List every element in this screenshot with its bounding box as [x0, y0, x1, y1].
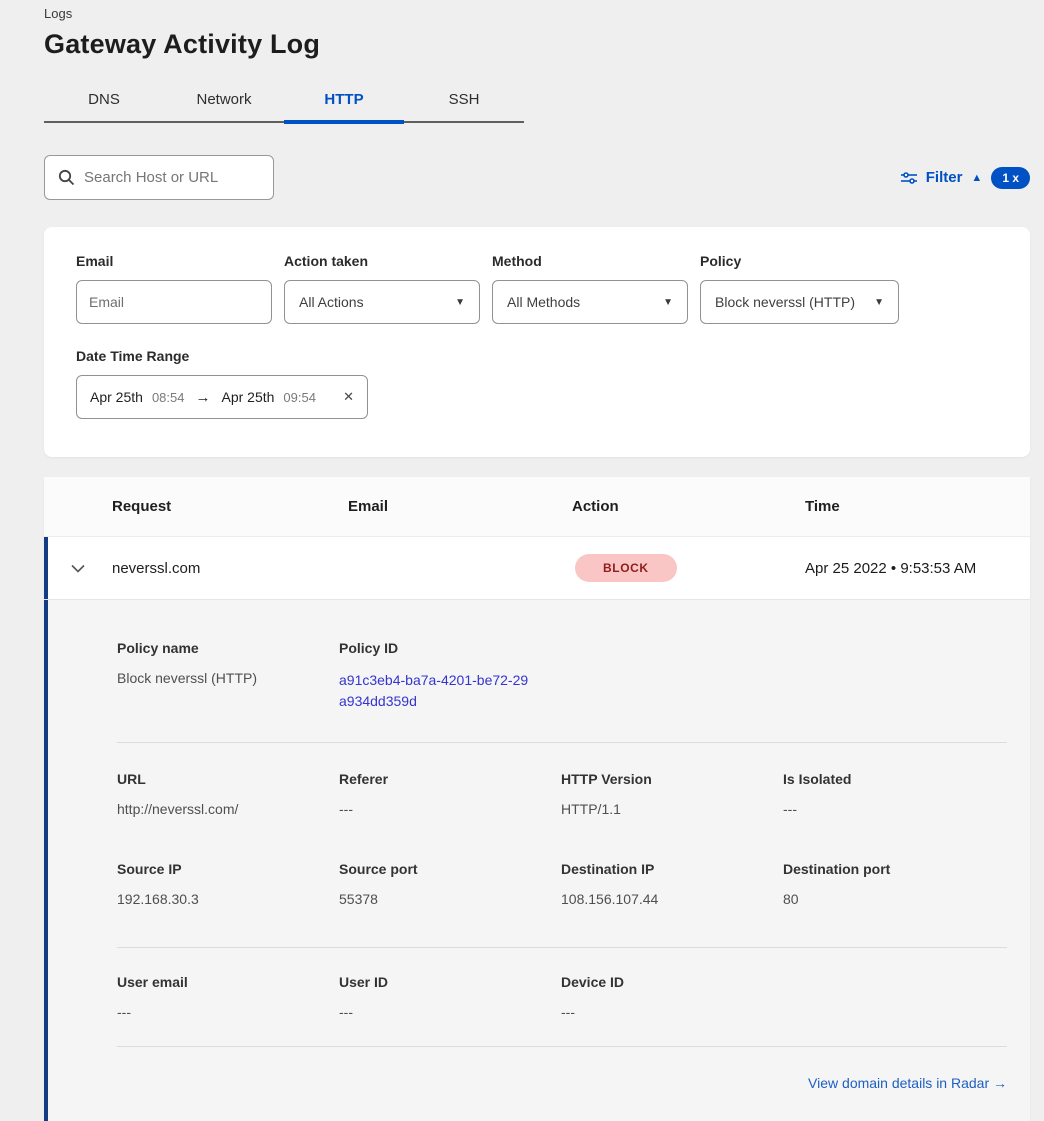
- filter-panel: Email Action taken All Actions ▼ Method …: [44, 227, 1030, 457]
- column-header-request: Request: [112, 498, 348, 515]
- range-end-time: 09:54: [283, 390, 316, 405]
- caret-down-icon: ▼: [874, 297, 884, 308]
- filter-count-badge[interactable]: 1 x: [991, 167, 1030, 189]
- tab-network[interactable]: Network: [164, 82, 284, 121]
- filter-sliders-icon: [901, 171, 917, 185]
- cell-action: BLOCK: [572, 554, 805, 582]
- toolbar: Filter ▲ 1 x: [44, 155, 1030, 200]
- range-start-date: Apr 25th: [90, 389, 143, 405]
- column-header-email: Email: [348, 498, 572, 515]
- tab-dns[interactable]: DNS: [44, 82, 164, 121]
- is-isolated-value: ---: [783, 801, 1007, 817]
- filter-toggle-button[interactable]: Filter: [926, 169, 963, 186]
- status-badge-block: BLOCK: [575, 554, 677, 582]
- user-email-label: User email: [117, 974, 339, 990]
- url-label: URL: [117, 771, 339, 787]
- method-select[interactable]: All Methods ▼: [492, 280, 688, 324]
- user-id-value: ---: [339, 1004, 561, 1020]
- source-ip-value: 192.168.30.3: [117, 891, 339, 907]
- destination-ip-value: 108.156.107.44: [561, 891, 783, 907]
- page-header: Logs Gateway Activity Log: [0, 0, 1044, 60]
- search-input[interactable]: [84, 169, 263, 186]
- email-filter-label: Email: [76, 253, 272, 269]
- destination-ip-field: Destination IP 108.156.107.44: [561, 861, 783, 907]
- cell-time: Apr 25 2022 • 9:53:53 AM: [805, 560, 1030, 577]
- breadcrumb: Logs: [44, 6, 1000, 21]
- clear-date-range-icon[interactable]: ✕: [343, 389, 354, 405]
- date-time-range-field: Date Time Range Apr 25th 08:54 → Apr 25t…: [76, 348, 998, 419]
- date-time-range-label: Date Time Range: [76, 348, 998, 364]
- activity-log-table: Request Email Action Time neverssl.com B…: [44, 477, 1030, 1121]
- page-title: Gateway Activity Log: [44, 29, 1000, 60]
- view-radar-link[interactable]: View domain details in Radar →: [808, 1075, 1007, 1091]
- http-version-label: HTTP Version: [561, 771, 783, 787]
- policy-selected-value: Block neverssl (HTTP): [715, 294, 855, 310]
- policy-name-value: Block neverssl (HTTP): [117, 670, 339, 686]
- date-time-range-picker[interactable]: Apr 25th 08:54 → Apr 25th 09:54 ✕: [76, 375, 368, 419]
- row-expander[interactable]: [44, 564, 112, 573]
- filter-controls: Filter ▲ 1 x: [901, 167, 1030, 189]
- policy-id-field: Policy ID a91c3eb4-ba7a-4201-be72-29a934…: [339, 640, 561, 712]
- column-header-action: Action: [572, 498, 805, 515]
- range-end-date: Apr 25th: [221, 389, 274, 405]
- tab-bar: DNS Network HTTP SSH: [44, 82, 524, 123]
- referer-field: Referer ---: [339, 771, 561, 817]
- action-taken-filter-field: Action taken All Actions ▼: [284, 253, 480, 324]
- table-header-row: Request Email Action Time: [44, 477, 1030, 537]
- caret-down-icon: ▼: [455, 297, 465, 308]
- device-id-label: Device ID: [561, 974, 783, 990]
- chevron-down-icon: [71, 564, 85, 573]
- user-id-field: User ID ---: [339, 974, 561, 1020]
- source-ip-label: Source IP: [117, 861, 339, 877]
- url-field: URL http://neverssl.com/: [117, 771, 339, 817]
- caret-down-icon: ▼: [663, 297, 673, 308]
- caret-up-icon[interactable]: ▲: [971, 172, 982, 184]
- range-start-time: 08:54: [152, 390, 185, 405]
- table-row[interactable]: neverssl.com BLOCK Apr 25 2022 • 9:53:53…: [44, 537, 1030, 600]
- action-taken-filter-label: Action taken: [284, 253, 480, 269]
- method-selected-value: All Methods: [507, 294, 580, 310]
- policy-filter-field: Policy Block neverssl (HTTP) ▼: [700, 253, 899, 324]
- search-box[interactable]: [44, 155, 274, 200]
- expanded-row-details: Policy name Block neverssl (HTTP) Policy…: [44, 600, 1030, 1121]
- column-header-time: Time: [805, 498, 1030, 515]
- destination-ip-label: Destination IP: [561, 861, 783, 877]
- http-version-field: HTTP Version HTTP/1.1: [561, 771, 783, 817]
- email-filter-field: Email: [76, 253, 272, 324]
- policy-id-link[interactable]: a91c3eb4-ba7a-4201-be72-29a934dd359d: [339, 670, 529, 712]
- user-email-field: User email ---: [117, 974, 339, 1020]
- device-id-value: ---: [561, 1004, 783, 1020]
- referer-label: Referer: [339, 771, 561, 787]
- destination-port-label: Destination port: [783, 861, 1007, 877]
- user-id-label: User ID: [339, 974, 561, 990]
- search-icon: [58, 169, 75, 186]
- tab-ssh[interactable]: SSH: [404, 82, 524, 121]
- policy-name-field: Policy name Block neverssl (HTTP): [117, 640, 339, 712]
- action-taken-selected-value: All Actions: [299, 294, 364, 310]
- method-filter-field: Method All Methods ▼: [492, 253, 688, 324]
- device-id-field: Device ID ---: [561, 974, 783, 1020]
- user-email-value: ---: [117, 1004, 339, 1020]
- policy-id-label: Policy ID: [339, 640, 561, 656]
- action-taken-select[interactable]: All Actions ▼: [284, 280, 480, 324]
- destination-port-field: Destination port 80: [783, 861, 1007, 907]
- policy-name-label: Policy name: [117, 640, 339, 656]
- referer-value: ---: [339, 801, 561, 817]
- source-ip-field: Source IP 192.168.30.3: [117, 861, 339, 907]
- method-filter-label: Method: [492, 253, 688, 269]
- is-isolated-field: Is Isolated ---: [783, 771, 1007, 817]
- tab-http[interactable]: HTTP: [284, 82, 404, 121]
- source-port-value: 55378: [339, 891, 561, 907]
- policy-select[interactable]: Block neverssl (HTTP) ▼: [700, 280, 899, 324]
- policy-filter-label: Policy: [700, 253, 899, 269]
- is-isolated-label: Is Isolated: [783, 771, 1007, 787]
- http-version-value: HTTP/1.1: [561, 801, 783, 817]
- email-filter-input[interactable]: [76, 280, 272, 324]
- cell-request: neverssl.com: [112, 560, 348, 577]
- source-port-label: Source port: [339, 861, 561, 877]
- destination-port-value: 80: [783, 891, 1007, 907]
- arrow-right-icon: →: [193, 389, 212, 406]
- source-port-field: Source port 55378: [339, 861, 561, 907]
- url-value: http://neverssl.com/: [117, 801, 339, 817]
